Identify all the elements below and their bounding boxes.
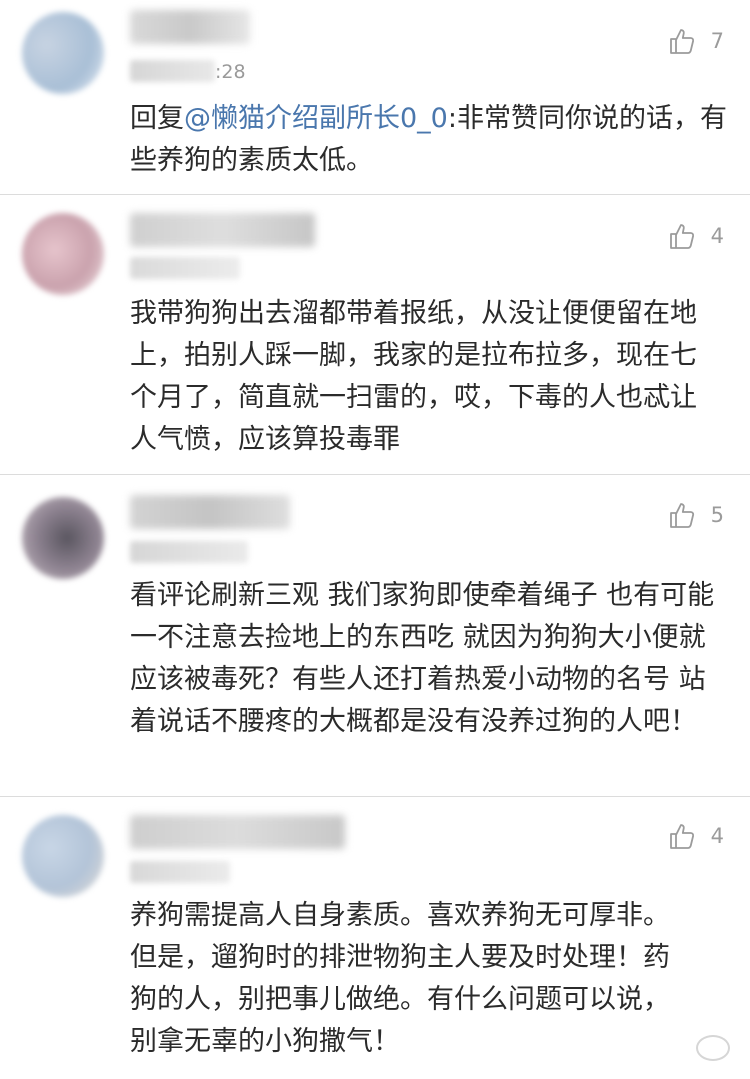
meta-blurred [130, 257, 240, 279]
like-count: 5 [710, 503, 724, 527]
username-blurred[interactable] [130, 815, 345, 849]
avatar[interactable] [22, 213, 104, 295]
timestamp: :28 [215, 61, 246, 83]
watermark-icon [696, 1035, 730, 1061]
thumbs-up-icon [669, 29, 694, 54]
reply-prefix: 回复 [130, 103, 184, 134]
meta-blurred [130, 861, 230, 883]
username-blurred[interactable] [130, 495, 290, 529]
comment-text: 看评论刷新三观 我们家狗即使牵着绳子 也有可能一不注意去捡地上的东西吃 就因为狗… [130, 580, 715, 737]
like-button[interactable]: 4 [667, 221, 724, 251]
like-button[interactable]: 4 [667, 821, 724, 851]
comment-item: 4 我带狗狗出去溜都带着报纸，从没让便便留在地上，拍别人踩一脚，我家的是拉布拉多… [0, 195, 750, 475]
comment-text: 养狗需提高人自身素质。喜欢养狗无可厚非。但是，遛狗时的排泄物狗主人要及时处理！药… [130, 900, 670, 1057]
comment-text: 回复@懒猫介绍副所长0_0:非常赞同你说的话，有些养狗的素质太低。 [130, 98, 730, 182]
avatar[interactable] [22, 12, 104, 94]
meta-blurred [130, 541, 248, 563]
comment-item: 5 看评论刷新三观 我们家狗即使牵着绳子 也有可能一不注意去捡地上的东西吃 就因… [0, 475, 750, 797]
username-blurred[interactable] [130, 213, 315, 247]
thumbs-up-icon [669, 824, 694, 849]
thumbs-up-icon [669, 503, 694, 528]
comment-text: 我带狗狗出去溜都带着报纸，从没让便便留在地上，拍别人踩一脚，我家的是拉布拉多，现… [130, 298, 697, 455]
like-button[interactable]: 5 [667, 500, 724, 530]
thumbs-up-icon [669, 224, 694, 249]
meta-blurred [130, 60, 215, 82]
avatar[interactable] [22, 497, 104, 579]
like-count: 7 [710, 29, 724, 53]
avatar[interactable] [22, 815, 104, 897]
comment-item: :28 7 回复@懒猫介绍副所长0_0:非常赞同你说的话，有些养狗的素质太低。 [0, 0, 750, 195]
comment-item: 4 养狗需提高人自身素质。喜欢养狗无可厚非。但是，遛狗时的排泄物狗主人要及时处理… [0, 797, 750, 1079]
username-blurred[interactable] [130, 10, 250, 44]
mention-link[interactable]: @懒猫介绍副所长0_0 [184, 103, 448, 134]
watermark-logo [696, 1035, 736, 1061]
like-button[interactable]: 7 [667, 26, 724, 56]
like-count: 4 [710, 824, 724, 848]
like-count: 4 [710, 224, 724, 248]
